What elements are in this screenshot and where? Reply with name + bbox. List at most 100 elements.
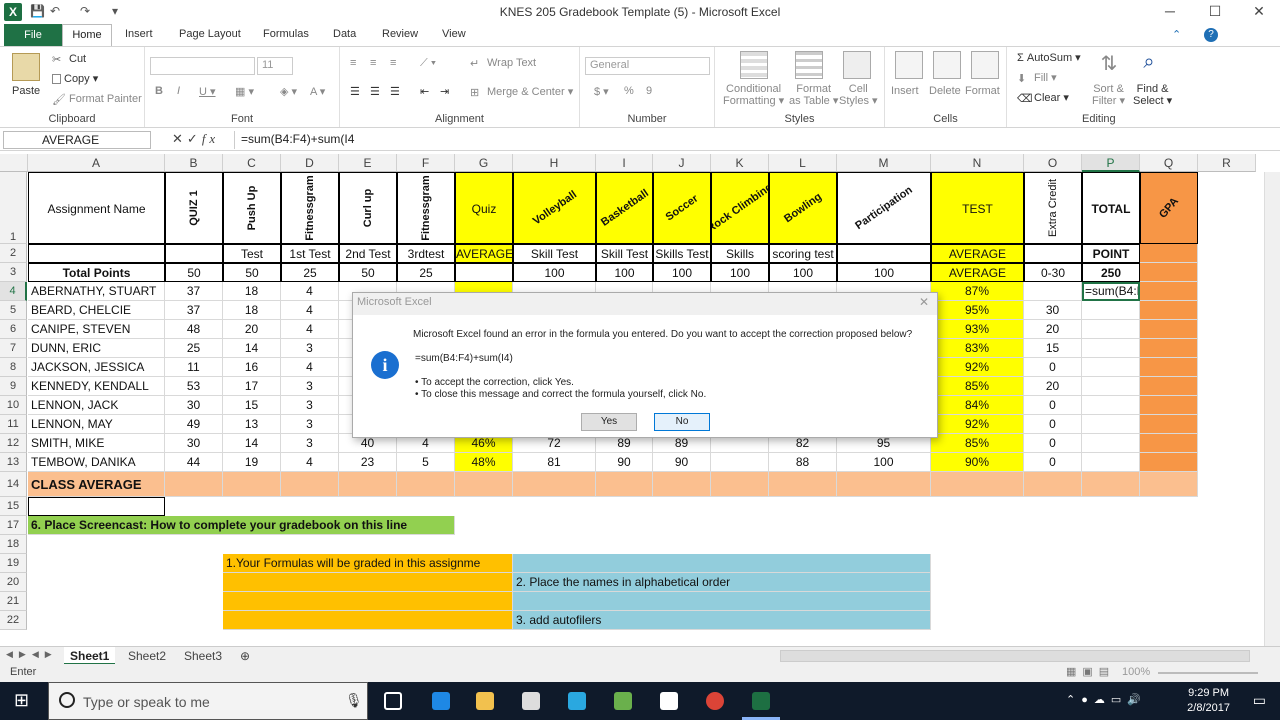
- cell-o10[interactable]: 0: [1024, 396, 1082, 415]
- microphone-icon[interactable]: 🎙: [345, 692, 363, 709]
- insert-button[interactable]: Insert: [891, 85, 919, 97]
- cell-i2[interactable]: Skill Test: [596, 244, 653, 263]
- windows-start-icon[interactable]: ⊞: [14, 690, 29, 711]
- delete-cells-icon[interactable]: [933, 51, 961, 79]
- find-select-button[interactable]: Find & Select ▾: [1133, 83, 1172, 107]
- paste-button[interactable]: Paste: [12, 85, 40, 97]
- align-right-icon[interactable]: ☰: [390, 85, 400, 98]
- cell-f3[interactable]: 25: [397, 263, 455, 282]
- cell-p13[interactable]: [1082, 453, 1140, 472]
- cell-d10[interactable]: 3: [281, 396, 339, 415]
- paste-icon[interactable]: [12, 53, 40, 81]
- dialog-close-icon[interactable]: ✕: [919, 295, 929, 309]
- insert-cells-icon[interactable]: [895, 51, 923, 79]
- bold-button[interactable]: B: [155, 85, 163, 97]
- enter-icon[interactable]: ✓: [187, 131, 202, 146]
- note-alpha-fill[interactable]: [513, 554, 931, 573]
- minimize-button[interactable]: ─: [1155, 3, 1185, 19]
- underline-button[interactable]: U ▾: [199, 85, 216, 98]
- note-formulas[interactable]: 1.Your Formulas will be graded in this a…: [223, 554, 513, 573]
- cell-m13[interactable]: 100: [837, 453, 931, 472]
- header-test[interactable]: TEST: [931, 172, 1024, 244]
- cell-a15[interactable]: [28, 497, 165, 516]
- zoom-level[interactable]: 100%: [1122, 666, 1150, 678]
- column-header-i[interactable]: I: [596, 154, 653, 172]
- cell-n12[interactable]: 85%: [931, 434, 1024, 453]
- column-header-n[interactable]: N: [931, 154, 1024, 172]
- header-gpa[interactable]: GPA: [1140, 172, 1198, 244]
- horizontal-scrollbar[interactable]: [780, 650, 1250, 662]
- cell-l3[interactable]: 100: [769, 263, 837, 282]
- cell-c2[interactable]: Test: [223, 244, 281, 263]
- header-j1[interactable]: Soccer: [653, 172, 711, 244]
- new-sheet-icon[interactable]: ⊕: [234, 647, 256, 665]
- cell-n4[interactable]: 87%: [931, 282, 1024, 301]
- class-average-g[interactable]: [455, 472, 513, 497]
- header-h1[interactable]: Volleyball: [513, 172, 596, 244]
- cell-n5[interactable]: 95%: [931, 301, 1024, 320]
- cell-e3[interactable]: 50: [339, 263, 397, 282]
- cell-b8[interactable]: 11: [165, 358, 223, 377]
- cancel-icon[interactable]: ✕: [172, 131, 187, 146]
- column-header-j[interactable]: J: [653, 154, 711, 172]
- sheet-tab-3[interactable]: Sheet3: [178, 647, 228, 665]
- cell-e2[interactable]: 2nd Test: [339, 244, 397, 263]
- cell-f2[interactable]: 3rdtest: [397, 244, 455, 263]
- header-assignment-name[interactable]: Assignment Name: [28, 172, 165, 244]
- cell-j3[interactable]: 100: [653, 263, 711, 282]
- class-average-o[interactable]: [1024, 472, 1082, 497]
- cell-b3[interactable]: 50: [165, 263, 223, 282]
- cell-q13[interactable]: [1140, 453, 1198, 472]
- edge-icon[interactable]: [432, 692, 450, 710]
- store-icon[interactable]: [522, 692, 540, 710]
- cell-d6[interactable]: 4: [281, 320, 339, 339]
- cell-q3[interactable]: [1140, 263, 1198, 282]
- chrome-icon[interactable]: [706, 692, 724, 710]
- cell-k2[interactable]: Skills: [711, 244, 769, 263]
- cell-o7[interactable]: 15: [1024, 339, 1082, 358]
- cell-p12[interactable]: [1082, 434, 1140, 453]
- header-total[interactable]: TOTAL: [1082, 172, 1140, 244]
- cell-q5[interactable]: [1140, 301, 1198, 320]
- system-tray-icons[interactable]: ⌃●☁▭🔊: [1066, 693, 1147, 706]
- header-k1[interactable]: Rock Climbing: [711, 172, 769, 244]
- note-alpha-fill[interactable]: [513, 592, 931, 611]
- font-size-dropdown[interactable]: 11: [257, 57, 293, 75]
- cell-h2[interactable]: Skill Test: [513, 244, 596, 263]
- cell-j2[interactable]: Skills Test: [653, 244, 711, 263]
- cell-b2[interactable]: [165, 244, 223, 263]
- cell-f13[interactable]: 5: [397, 453, 455, 472]
- format-button[interactable]: Format: [965, 85, 1000, 97]
- column-header-d[interactable]: D: [281, 154, 339, 172]
- cell-c12[interactable]: 14: [223, 434, 281, 453]
- cell-b13[interactable]: 44: [165, 453, 223, 472]
- number-format-dropdown[interactable]: General: [585, 57, 710, 75]
- format-painter-button[interactable]: 🖌 Format Painter: [52, 93, 142, 106]
- header-l1[interactable]: Bowling: [769, 172, 837, 244]
- row-header-12[interactable]: 12: [0, 434, 27, 453]
- row-header-14[interactable]: 14: [0, 472, 27, 497]
- merge-center-button[interactable]: ⊞ Merge & Center ▾: [470, 85, 573, 99]
- cell-p9[interactable]: [1082, 377, 1140, 396]
- cell-c7[interactable]: 14: [223, 339, 281, 358]
- column-header-f[interactable]: F: [397, 154, 455, 172]
- class-average-n[interactable]: [931, 472, 1024, 497]
- cell-q4[interactable]: [1140, 282, 1198, 301]
- note-screencast[interactable]: 6. Place Screencast: How to complete you…: [28, 516, 455, 535]
- comma-button[interactable]: 9: [646, 85, 652, 97]
- autosum-button[interactable]: Σ AutoSum ▾: [1017, 51, 1081, 64]
- cell-n10[interactable]: 84%: [931, 396, 1024, 415]
- cell-n6[interactable]: 93%: [931, 320, 1024, 339]
- column-header-b[interactable]: B: [165, 154, 223, 172]
- cell-i13[interactable]: 90: [596, 453, 653, 472]
- cell-d8[interactable]: 4: [281, 358, 339, 377]
- cell-p6[interactable]: [1082, 320, 1140, 339]
- note-formulas-fill[interactable]: [223, 592, 513, 611]
- cell-b6[interactable]: 48: [165, 320, 223, 339]
- note-formulas-fill[interactable]: [223, 611, 513, 630]
- student-name-5[interactable]: BEARD, CHELCIE: [28, 301, 165, 320]
- sort-filter-icon[interactable]: ⇅: [1095, 51, 1123, 79]
- cell-d7[interactable]: 3: [281, 339, 339, 358]
- no-button[interactable]: No: [654, 413, 710, 431]
- class-average-k[interactable]: [711, 472, 769, 497]
